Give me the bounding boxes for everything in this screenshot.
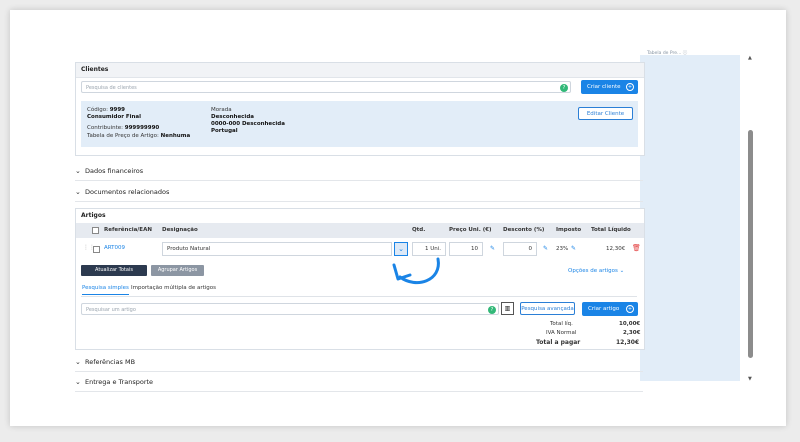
codigo-label: Código: [87, 107, 108, 113]
designacao-input[interactable]: Produto Natural [162, 242, 392, 256]
scroll-up-icon[interactable]: ▲ [748, 55, 752, 61]
help-icon[interactable]: ? [488, 306, 496, 314]
client-search-input[interactable]: Pesquisa de clientes ? [81, 81, 571, 93]
side-panel [640, 55, 740, 381]
qtd-input[interactable]: 1 Uni. [412, 242, 446, 256]
total-liq-label: Total líq. [550, 321, 573, 327]
chevron-down-icon: ⌄ [619, 268, 625, 274]
create-client-label: Criar cliente [587, 84, 621, 90]
morada-line1: Desconhecida [211, 114, 254, 120]
artigos-title: Artigos [76, 209, 644, 223]
col-ref: Referência/EAN [104, 227, 152, 233]
section-entrega-label: Entrega e Transporte [85, 378, 154, 386]
section-documentos-label: Documentos relacionados [85, 188, 170, 196]
create-client-button[interactable]: Criar cliente + [581, 80, 638, 94]
section-dados-financeiros[interactable]: ⌄ Dados financeiros [75, 163, 643, 181]
tab-pesquisa-simples[interactable]: Pesquisa simples [82, 285, 129, 295]
client-name: Consumidor Final [87, 114, 142, 120]
item-search-input[interactable]: Pesquisar um artigo ? [81, 303, 499, 315]
col-imposto: Imposto [556, 227, 582, 233]
main-content: Clientes Pesquisa de clientes ? Criar cl… [63, 62, 649, 392]
section-dados-label: Dados financeiros [85, 167, 144, 175]
section-referencias-label: Referências MB [85, 358, 136, 366]
table-header: Referência/EAN Designação Qtd. Preço Uni… [76, 223, 644, 238]
col-total: Total Líquido [591, 227, 631, 233]
scroll-down-icon[interactable]: ▼ [748, 376, 752, 382]
advanced-search-button[interactable]: Pesquisa avançada [520, 302, 575, 315]
edit-client-button[interactable]: Editar Cliente [578, 107, 633, 120]
trash-icon[interactable]: 🗑 [632, 244, 641, 252]
section-referencias-mb[interactable]: ⌄ Referências MB [75, 354, 643, 372]
total-pagar-label: Total a pagar [536, 339, 581, 346]
morada-line2: 0000-000 Desconhecida [211, 121, 285, 127]
client-search-placeholder: Pesquisa de clientes [86, 85, 137, 91]
group-items-button[interactable]: Agrupar Artigos [151, 265, 204, 276]
update-totals-button[interactable]: Atualizar Totais [81, 265, 147, 276]
preco-input[interactable]: 10 [449, 242, 483, 256]
item-options-label: Opções de artigos [568, 268, 618, 274]
create-item-label: Criar artigo [588, 306, 620, 312]
col-desconto: Desconto (%) [503, 227, 545, 233]
table-row: ⋮⋮ ART009 Produto Natural ⌄ 1 Uni. 10 ✎ … [76, 238, 644, 260]
total-pagar-value: 12,30€ [616, 339, 640, 346]
clientes-title: Clientes [76, 63, 644, 78]
plus-circle-icon: + [626, 83, 634, 91]
tabs-divider [81, 296, 637, 297]
edit-discount-icon[interactable]: ✎ [543, 245, 548, 252]
annotation-arrow-icon [392, 257, 440, 285]
col-designacao: Designação [162, 227, 198, 233]
item-options-link[interactable]: Opções de artigos ⌄ [568, 268, 624, 274]
codigo-value: 9999 [109, 107, 125, 113]
edit-tax-icon[interactable]: ✎ [571, 245, 576, 252]
clientes-card: Clientes Pesquisa de clientes ? Criar cl… [75, 62, 645, 156]
col-preco: Preço Uni. (€) [449, 227, 492, 233]
iva-value: 2,30€ [623, 330, 641, 336]
morada-line3: Portugal [211, 128, 238, 134]
scrollbar-thumb[interactable] [748, 130, 753, 358]
col-qtd: Qtd. [412, 227, 426, 233]
edit-price-icon[interactable]: ✎ [490, 245, 495, 252]
chevron-down-icon: ⌄ [75, 188, 81, 196]
artigos-card: Artigos Referência/EAN Designação Qtd. P… [75, 208, 645, 350]
morada-label: Morada [211, 107, 232, 113]
iva-label: IVA Normal [546, 330, 577, 336]
row-total: 12,30€ [606, 246, 626, 252]
tab-importacao-multipla[interactable]: Importação múltipla de artigos [131, 285, 216, 291]
item-search-placeholder: Pesquisar um artigo [86, 307, 136, 313]
total-liq-value: 10,00€ [619, 321, 641, 327]
create-item-button[interactable]: Criar artigo + [582, 302, 638, 316]
plus-circle-icon: + [626, 305, 634, 313]
app-window: Tabela de Pre... ⓘ ▲ ▼ Clientes Pesquisa… [10, 10, 786, 426]
contribuinte-value: 999999990 [124, 125, 160, 131]
row-checkbox[interactable] [93, 246, 100, 253]
scrollbar[interactable]: ▲ ▼ [747, 55, 755, 385]
tabela-label: Tabela de Preço de Artigo: [87, 133, 159, 139]
chevron-down-icon: ⌄ [75, 358, 81, 366]
select-all-checkbox[interactable] [92, 227, 99, 234]
row-imposto: 23% [556, 246, 569, 252]
client-details: Código: 9999 Consumidor Final Contribuin… [81, 101, 638, 147]
chevron-down-icon: ⌄ [75, 167, 81, 175]
tabela-value: Nenhuma [160, 133, 191, 139]
chevron-down-icon[interactable]: ⌄ [394, 242, 408, 256]
barcode-icon[interactable]: ▥ [501, 302, 514, 315]
row-ref-link[interactable]: ART009 [104, 245, 125, 251]
desconto-input[interactable]: 0 [503, 242, 537, 256]
contribuinte-label: Contribuinte: [87, 125, 124, 131]
section-documentos[interactable]: ⌄ Documentos relacionados [75, 184, 643, 202]
section-entrega[interactable]: ⌄ Entrega e Transporte [75, 374, 643, 392]
help-icon[interactable]: ? [560, 84, 568, 92]
chevron-down-icon: ⌄ [75, 378, 81, 386]
